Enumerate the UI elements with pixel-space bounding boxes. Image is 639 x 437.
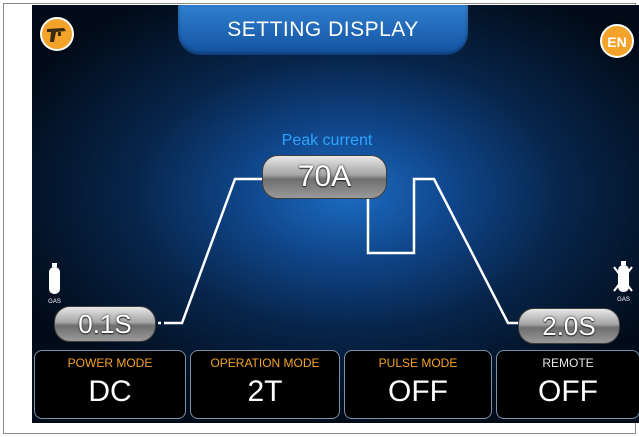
title-bar: SETTING DISPLAY <box>178 5 468 55</box>
post-gas-time-button[interactable]: 2.0S <box>518 308 620 344</box>
gas-text: GAS <box>617 297 630 303</box>
remote-button[interactable]: REMOTE OFF <box>496 350 639 419</box>
pulse-mode-value: OFF <box>388 375 448 408</box>
remote-value: OFF <box>538 375 598 408</box>
welding-gun-icon <box>47 28 66 42</box>
power-mode-label: POWER MODE <box>67 356 153 370</box>
remote-label: REMOTE <box>542 356 594 370</box>
language-button[interactable]: EN <box>600 24 634 58</box>
peak-current-value-button[interactable]: 70A <box>262 155 387 199</box>
gas-cylinder-icon: GAS <box>46 263 64 311</box>
peak-current-label: Peak current <box>281 132 373 149</box>
pulse-downslope-line <box>366 177 520 325</box>
pulse-mode-button[interactable]: PULSE MODE OFF <box>344 350 492 419</box>
screen-frame: SETTING DISPLAY EN Peak current 70A GAS … <box>3 3 639 434</box>
gas-text: GAS <box>48 299 61 305</box>
operation-mode-value: 2T <box>247 375 283 408</box>
operation-mode-label: OPERATION MODE <box>210 356 320 370</box>
power-mode-button[interactable]: POWER MODE DC <box>34 350 186 419</box>
pulse-mode-label: PULSE MODE <box>378 356 458 370</box>
page-title: SETTING DISPLAY <box>227 18 419 41</box>
mode-row: POWER MODE DC OPERATION MODE 2T PULSE MO… <box>32 350 639 423</box>
pre-gas-time-button[interactable]: 0.1S <box>54 306 156 342</box>
power-mode-value: DC <box>88 375 132 408</box>
setting-display-panel: SETTING DISPLAY EN Peak current 70A GAS … <box>32 5 639 423</box>
language-label: EN <box>607 34 627 50</box>
welding-gun-button[interactable] <box>40 17 74 51</box>
upslope-line <box>164 177 272 325</box>
operation-mode-button[interactable]: OPERATION MODE 2T <box>190 350 340 419</box>
gas-off-icon: GAS <box>613 261 633 309</box>
